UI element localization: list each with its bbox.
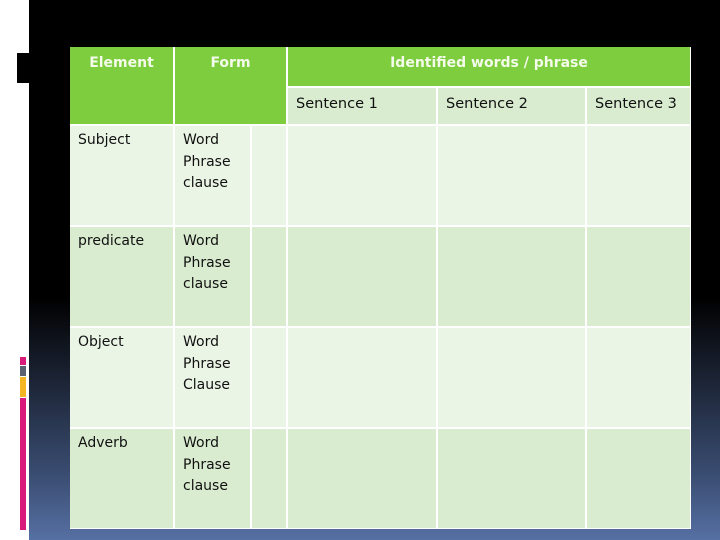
form-option: Phrase bbox=[183, 355, 231, 372]
row-3-sentence2-cell bbox=[438, 328, 585, 427]
form-option: Phrase bbox=[183, 254, 231, 271]
row-4-sentence3-cell bbox=[587, 429, 690, 528]
header-sentence-2: Sentence 2 bbox=[438, 88, 585, 124]
row-2-sentence2-cell bbox=[438, 227, 585, 326]
row-1-sentence1-cell bbox=[288, 126, 436, 225]
accent-bar-gray bbox=[20, 366, 26, 376]
row-2-element: predicate bbox=[70, 227, 173, 326]
row-2-spacer-cell bbox=[252, 227, 286, 326]
grammar-table: Element Form Identified words / phrase S… bbox=[70, 47, 691, 529]
header-element: Element bbox=[70, 47, 173, 124]
row-1-element: Subject bbox=[70, 126, 173, 225]
accent-bar-pink-top bbox=[20, 357, 26, 365]
header-form: Form bbox=[175, 47, 286, 124]
header-sentence-1: Sentence 1 bbox=[288, 88, 436, 124]
form-option: Word bbox=[183, 435, 219, 451]
row-3-spacer-cell bbox=[252, 328, 286, 427]
form-option: Word bbox=[183, 334, 219, 350]
row-2-forms: Word Phrase clause bbox=[175, 227, 250, 326]
row-3-element: Object bbox=[70, 328, 173, 427]
row-1-sentence3-cell bbox=[587, 126, 690, 225]
accent-bar-pink-bottom bbox=[20, 398, 26, 530]
row-4-forms: Word Phrase clause bbox=[175, 429, 250, 528]
row-1-sentence2-cell bbox=[438, 126, 585, 225]
row-4-sentence1-cell bbox=[288, 429, 436, 528]
form-option: clause bbox=[183, 276, 228, 292]
row-4-spacer-cell bbox=[252, 429, 286, 528]
form-option: clause bbox=[183, 478, 228, 494]
accent-bar-yellow bbox=[20, 377, 26, 397]
row-4-element: Adverb bbox=[70, 429, 173, 528]
form-option: Phrase bbox=[183, 153, 231, 170]
row-1-spacer-cell bbox=[252, 126, 286, 225]
row-3-forms: Word Phrase Clause bbox=[175, 328, 250, 427]
row-1-forms: Word Phrase clause bbox=[175, 126, 250, 225]
header-identified-words: Identified words / phrase bbox=[288, 47, 690, 86]
form-option: clause bbox=[183, 175, 228, 191]
row-3-sentence1-cell bbox=[288, 328, 436, 427]
row-3-sentence3-cell bbox=[587, 328, 690, 427]
form-option: Word bbox=[183, 132, 219, 148]
row-2-sentence1-cell bbox=[288, 227, 436, 326]
slide-marker bbox=[17, 53, 29, 83]
form-option: Clause bbox=[183, 377, 231, 393]
row-4-sentence2-cell bbox=[438, 429, 585, 528]
header-sentence-3: Sentence 3 bbox=[587, 88, 690, 124]
form-option: Word bbox=[183, 233, 219, 249]
form-option: Phrase bbox=[183, 456, 231, 473]
row-2-sentence3-cell bbox=[587, 227, 690, 326]
